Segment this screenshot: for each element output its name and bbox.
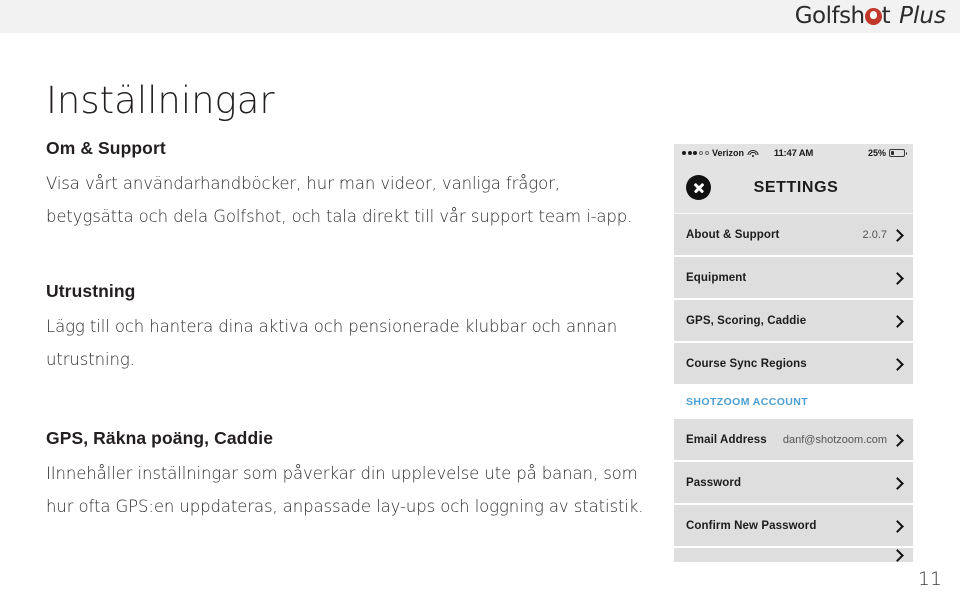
section-heading: Om & Support [46, 138, 166, 158]
settings-row-about-support[interactable]: About & Support 2.0.7 [674, 214, 913, 257]
section-about-support: Om & Support Visa vårt användarhandböcke… [46, 138, 646, 233]
carrier-label: Verizon [712, 148, 745, 158]
golf-ball-icon [864, 7, 882, 25]
chevron-right-icon [892, 228, 903, 242]
ios-status-bar: Verizon 11:47 AM 25% [674, 144, 913, 162]
signal-strength-icon [682, 150, 709, 156]
settings-row-course-sync-regions[interactable]: Course Sync Regions [674, 343, 913, 386]
chevron-right-icon [892, 519, 903, 533]
row-label: Email Address [686, 433, 767, 446]
wifi-icon [747, 149, 759, 157]
golfshot-plus-logo: Golf sh t Plus [795, 3, 946, 29]
section-header-label: SHOTZOOM ACCOUNT [686, 395, 809, 408]
chevron-right-icon [892, 357, 903, 371]
row-value: danf@shotzoom.com [782, 433, 887, 446]
nav-title: SETTINGS [753, 178, 839, 196]
chevron-right-icon [892, 433, 903, 447]
settings-nav-bar: SETTINGS [674, 162, 913, 214]
settings-row-gps-scoring-caddie[interactable]: GPS, Scoring, Caddie [674, 300, 913, 343]
phone-screenshot: Verizon 11:47 AM 25% SETTINGS About & Su… [674, 144, 913, 594]
close-circle-icon[interactable] [686, 175, 711, 200]
battery-icon [889, 149, 908, 157]
settings-row-equipment[interactable]: Equipment [674, 257, 913, 300]
settings-row-confirm-new-password[interactable]: Confirm New Password [674, 505, 913, 548]
logo-text-t: t [881, 3, 891, 29]
section-body: Lägg till och hantera dina aktiva och pe… [46, 317, 618, 369]
section-gps-scoring-caddie: GPS, Räkna poäng, Caddie IInnehåller ins… [46, 428, 646, 523]
section-body: Visa vårt användarhandböcker, hur man vi… [46, 174, 633, 226]
logo-text-plus: Plus [899, 3, 946, 29]
settings-list: About & Support 2.0.7 Equipment GPS, Sco… [674, 214, 913, 562]
row-label: Password [686, 476, 742, 489]
section-body: IInnehåller inställningar som påverkar d… [46, 464, 644, 516]
battery-percent-label: 25% [868, 148, 887, 158]
status-bar-time: 11:47 AM [773, 147, 814, 159]
row-label: GPS, Scoring, Caddie [686, 314, 807, 327]
section-heading: GPS, Räkna poäng, Caddie [46, 428, 274, 448]
row-value: 2.0.7 [862, 228, 887, 241]
page-number: 11 [917, 568, 942, 590]
row-label: About & Support [686, 228, 780, 241]
chevron-right-icon [892, 314, 903, 328]
settings-row-password[interactable]: Password [674, 462, 913, 505]
row-label: Course Sync Regions [686, 357, 807, 370]
status-bar-left: Verizon [682, 148, 774, 158]
status-bar-right: 25% [813, 148, 908, 158]
section-equipment: Utrustning Lägg till och hantera dina ak… [46, 281, 646, 376]
section-heading: Utrustning [46, 281, 136, 301]
settings-row-cut-off[interactable] [674, 548, 913, 562]
chevron-right-icon [892, 548, 903, 562]
row-label: Equipment [686, 271, 747, 284]
section-header-shotzoom-account: SHOTZOOM ACCOUNT [674, 386, 913, 419]
settings-row-email-address[interactable]: Email Address danf@shotzoom.com [674, 419, 913, 462]
logo-text-golf: Golf [794, 3, 840, 29]
chevron-right-icon [892, 476, 903, 490]
page-title: Inställningar [46, 78, 275, 122]
content-column: Om & Support Visa vårt användarhandböcke… [46, 138, 646, 545]
row-label: Confirm New Password [686, 519, 817, 532]
chevron-right-icon [892, 271, 903, 285]
logo-text-sh: sh [839, 3, 865, 29]
